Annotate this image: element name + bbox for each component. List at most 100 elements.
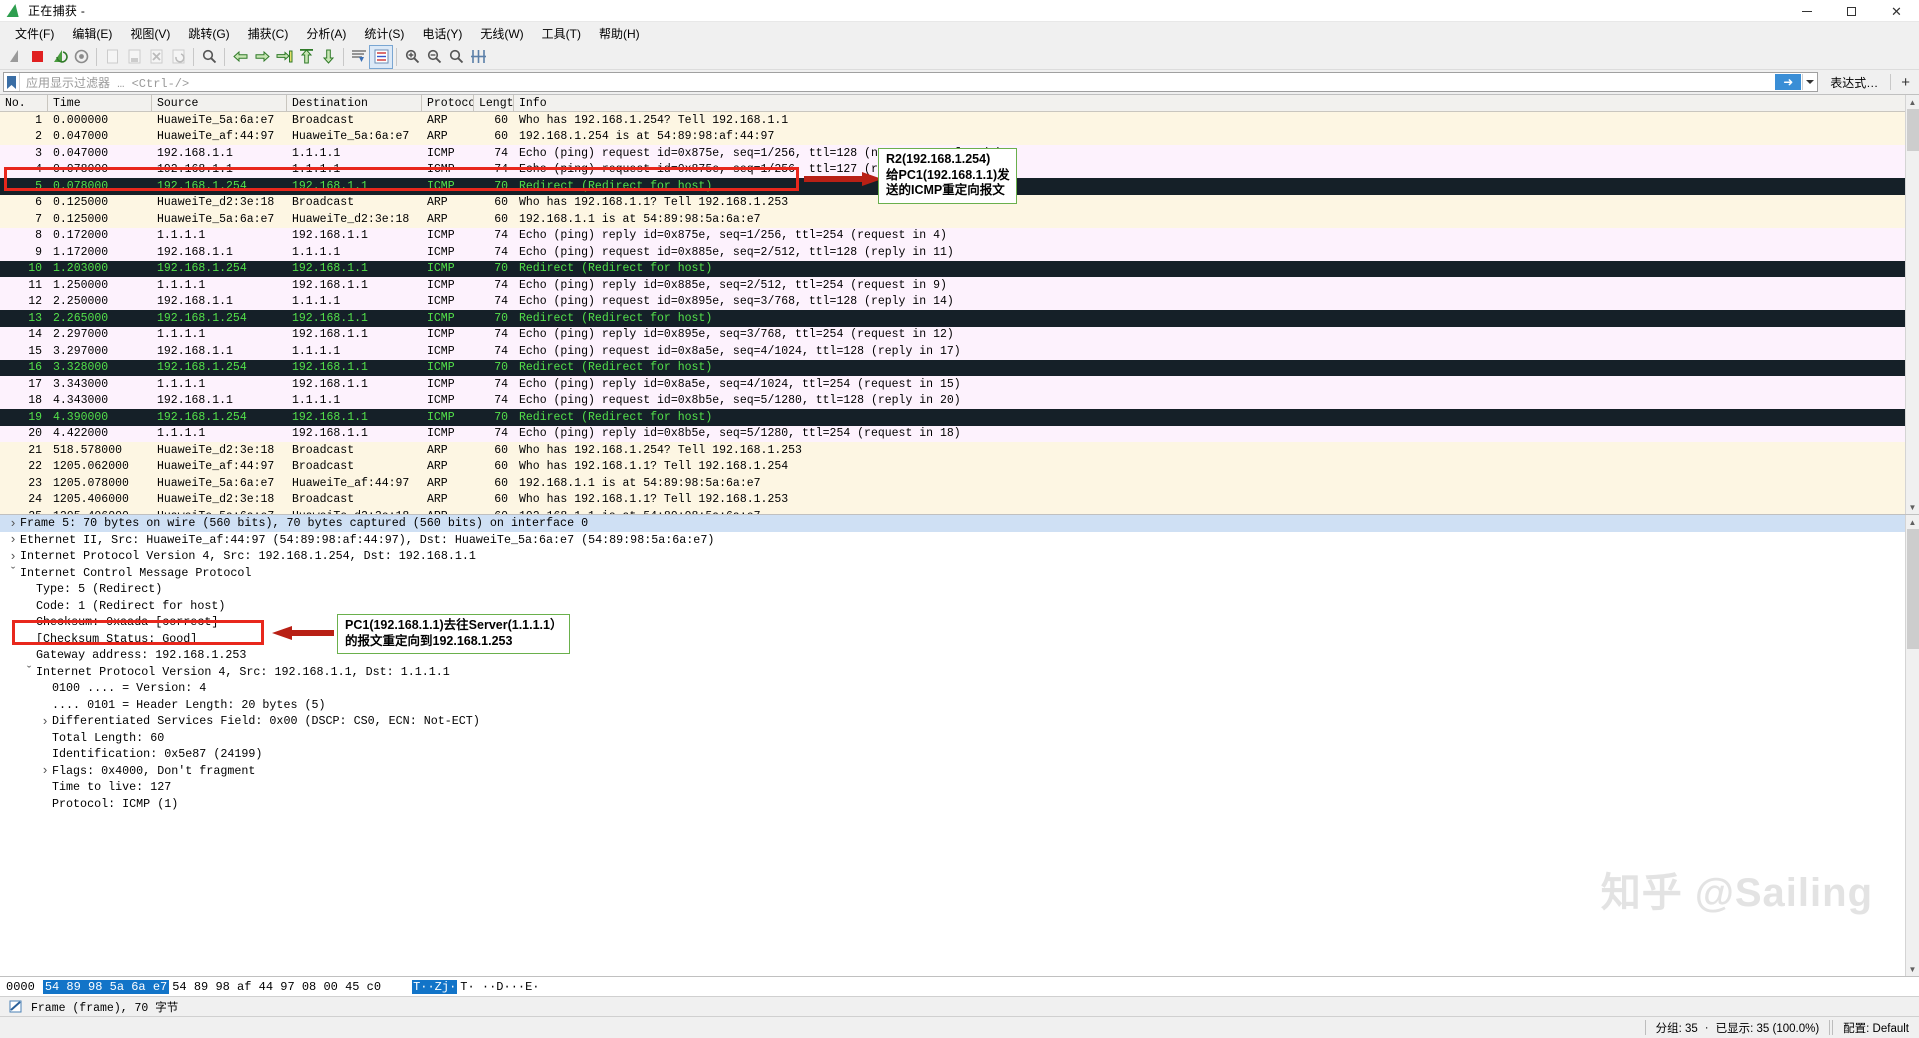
chevron-down-icon[interactable]: ˇ: [6, 565, 20, 580]
table-row[interactable]: 10 1.203000 192.168.1.254 192.168.1.1 ICMP 70…: [0, 260, 1919, 277]
zoom-out-icon[interactable]: [423, 46, 445, 68]
packet-detail-scrollbar[interactable]: ▲ ▼: [1905, 515, 1919, 976]
detail-tree-row[interactable]: Protocol: ICMP (1): [0, 796, 1919, 813]
chevron-right-icon[interactable]: ›: [6, 532, 20, 547]
table-row[interactable]: 8 0.172000 1.1.1.1 192.168.1.1 ICMP 74 Echo (p…: [0, 227, 1919, 244]
ascii-bytes[interactable]: T· ··D···E·: [457, 980, 542, 994]
resize-columns-icon[interactable]: [467, 46, 489, 68]
table-row[interactable]: 2 0.047000 HuaweiTe_af:44:97 HuaweiTe_5a:6a…: [0, 128, 1919, 145]
column-header-info[interactable]: Info: [514, 95, 1919, 111]
column-header-length[interactable]: Length: [474, 95, 514, 111]
hex-bytes[interactable]: 54 89 98 af 44 97 08 00 45 c0: [169, 980, 384, 994]
table-row[interactable]: 16 3.328000 192.168.1.254 192.168.1.1 ICMP 70…: [0, 359, 1919, 376]
go-back-icon[interactable]: [229, 46, 251, 68]
detail-tree-row[interactable]: › Frame 5: 70 bytes on wire (560 bits), 7…: [0, 515, 1919, 532]
filter-history-dropdown[interactable]: [1802, 74, 1817, 90]
menu-file[interactable]: 文件(F): [6, 23, 63, 44]
table-row[interactable]: 1 0.000000 HuaweiTe_5a:6a:e7 Broadcast ARP 60…: [0, 112, 1919, 129]
capture-options-icon[interactable]: [70, 46, 92, 68]
packet-detail-tree[interactable]: › Frame 5: 70 bytes on wire (560 bits), 7…: [0, 515, 1919, 812]
detail-tree-row[interactable]: .... 0101 = Header Length: 20 bytes (5): [0, 697, 1919, 714]
detail-tree-row[interactable]: 0100 .... = Version: 4: [0, 680, 1919, 697]
go-to-packet-icon[interactable]: [273, 46, 295, 68]
column-header-protocol[interactable]: Protocol: [422, 95, 474, 111]
detail-tree-row[interactable]: Type: 5 (Redirect): [0, 581, 1919, 598]
menu-telephony[interactable]: 电话(Y): [413, 23, 471, 44]
chevron-right-icon[interactable]: ›: [38, 763, 52, 778]
go-forward-icon[interactable]: [251, 46, 273, 68]
profile-label[interactable]: 配置: Default: [1843, 1020, 1909, 1036]
packet-detail-pane[interactable]: › Frame 5: 70 bytes on wire (560 bits), 7…: [0, 514, 1919, 976]
column-header-source[interactable]: Source: [152, 95, 287, 111]
autoscroll-icon[interactable]: [348, 46, 370, 68]
search-input[interactable]: 应用显示过滤器 … <Ctrl-/>: [20, 74, 1775, 91]
minimize-button[interactable]: [1784, 0, 1829, 22]
menu-analyze[interactable]: 分析(A): [297, 23, 355, 44]
scroll-thumb[interactable]: [1907, 109, 1919, 151]
table-row[interactable]: 23 1205.078000 HuaweiTe_5a:6a:e7 HuaweiTe_a…: [0, 475, 1919, 492]
detail-tree-row[interactable]: Time to live: 127: [0, 779, 1919, 796]
column-header-destination[interactable]: Destination: [287, 95, 422, 111]
apply-filter-button[interactable]: ➜: [1775, 74, 1802, 90]
detail-tree-row[interactable]: Code: 1 (Redirect for host): [0, 598, 1919, 615]
scroll-down-icon[interactable]: ▼: [1906, 500, 1919, 514]
chevron-right-icon[interactable]: ›: [6, 549, 20, 564]
start-capture-icon[interactable]: [4, 46, 26, 68]
menu-capture[interactable]: 捕获(C): [239, 23, 298, 44]
column-header-time[interactable]: Time: [48, 95, 152, 111]
detail-tree-row[interactable]: › Internet Protocol Version 4, Src: 192.1…: [0, 548, 1919, 565]
scroll-down-icon[interactable]: ▼: [1906, 962, 1919, 976]
menu-wireless[interactable]: 无线(W): [471, 23, 532, 44]
detail-tree-row[interactable]: › Ethernet II, Src: HuaweiTe_af:44:97 (54…: [0, 532, 1919, 549]
add-filter-button[interactable]: +: [1895, 74, 1916, 91]
menu-statistics[interactable]: 统计(S): [355, 23, 413, 44]
table-row[interactable]: 7 0.125000 HuaweiTe_5a:6a:e7 HuaweiTe_d2:3e…: [0, 211, 1919, 228]
chevron-right-icon[interactable]: ›: [6, 516, 20, 531]
table-row[interactable]: 21 518.578000 HuaweiTe_d2:3e:18 Broadcast AR…: [0, 442, 1919, 459]
packet-list-scrollbar[interactable]: ▲ ▼: [1905, 95, 1919, 514]
chevron-down-icon[interactable]: ˇ: [22, 664, 36, 679]
find-packet-icon[interactable]: [198, 46, 220, 68]
table-row[interactable]: 20 4.422000 1.1.1.1 192.168.1.1 ICMP 74 Echo (…: [0, 425, 1919, 442]
table-row[interactable]: 24 1205.406000 HuaweiTe_d2:3e:18 Broadcast A…: [0, 491, 1919, 508]
go-first-packet-icon[interactable]: [295, 46, 317, 68]
ascii-bytes-selected[interactable]: T··Zj·: [412, 979, 458, 994]
column-header-no[interactable]: No.: [0, 95, 48, 111]
chevron-right-icon[interactable]: ›: [38, 714, 52, 729]
scroll-up-icon[interactable]: ▲: [1906, 95, 1919, 109]
colorize-packets-icon[interactable]: [369, 44, 393, 69]
detail-tree-row[interactable]: › Differentiated Services Field: 0x00 (DS…: [0, 713, 1919, 730]
bookmark-icon[interactable]: [4, 73, 20, 91]
table-row[interactable]: 17 3.343000 1.1.1.1 192.168.1.1 ICMP 74 Echo (…: [0, 376, 1919, 393]
detail-tree-row[interactable]: › Flags: 0x4000, Don't fragment: [0, 763, 1919, 780]
table-row[interactable]: 13 2.265000 192.168.1.254 192.168.1.1 ICMP 70…: [0, 310, 1919, 327]
table-row[interactable]: 12 2.250000 192.168.1.1 1.1.1.1 ICMP 74 Echo (…: [0, 293, 1919, 310]
detail-tree-row[interactable]: Total Length: 60: [0, 730, 1919, 747]
table-row[interactable]: 9 1.172000 192.168.1.1 1.1.1.1 ICMP 74 Echo (p…: [0, 244, 1919, 261]
scroll-thumb[interactable]: [1907, 529, 1919, 649]
zoom-reset-icon[interactable]: [445, 46, 467, 68]
table-row[interactable]: 22 1205.062000 HuaweiTe_af:44:97 Broadcast A…: [0, 458, 1919, 475]
table-row[interactable]: 19 4.390000 192.168.1.254 192.168.1.1 ICMP 70…: [0, 409, 1919, 426]
hex-bytes-selected[interactable]: 54 89 98 5a 6a e7: [42, 979, 170, 994]
menu-view[interactable]: 视图(V): [121, 23, 179, 44]
menu-go[interactable]: 跳转(G): [179, 23, 238, 44]
close-button[interactable]: ✕: [1874, 0, 1919, 22]
detail-tree-row[interactable]: ˇ Internet Protocol Version 4, Src: 192.1…: [0, 664, 1919, 681]
scroll-up-icon[interactable]: ▲: [1906, 515, 1919, 529]
stop-capture-icon[interactable]: [26, 46, 48, 68]
filter-input-container[interactable]: 应用显示过滤器 … <Ctrl-/> ➜: [3, 72, 1819, 92]
menu-help[interactable]: 帮助(H): [590, 23, 649, 44]
menu-tools[interactable]: 工具(T): [533, 23, 590, 44]
table-row[interactable]: 18 4.343000 192.168.1.1 1.1.1.1 ICMP 74 Echo (…: [0, 392, 1919, 409]
packet-bytes-pane[interactable]: 0000 54 89 98 5a 6a e7 54 89 98 af 44 97…: [0, 976, 1919, 996]
go-last-packet-icon[interactable]: [317, 46, 339, 68]
table-row[interactable]: 11 1.250000 1.1.1.1 192.168.1.1 ICMP 74 Echo (…: [0, 277, 1919, 294]
menu-edit[interactable]: 编辑(E): [63, 23, 121, 44]
expression-button[interactable]: 表达式…: [1822, 74, 1886, 91]
zoom-in-icon[interactable]: [401, 46, 423, 68]
maximize-button[interactable]: [1829, 0, 1874, 22]
detail-tree-row[interactable]: ˇ Internet Control Message Protocol: [0, 565, 1919, 582]
restart-capture-icon[interactable]: [48, 46, 70, 68]
detail-tree-row[interactable]: Identification: 0x5e87 (24199): [0, 746, 1919, 763]
